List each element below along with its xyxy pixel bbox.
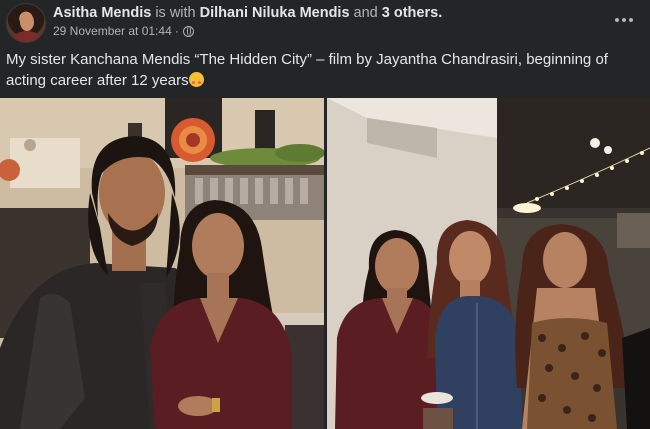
caption-text: My sister Kanchana Mendis “The Hidden Ci… (6, 51, 608, 89)
author-name-link[interactable]: Asitha Mendis (53, 5, 151, 21)
others-link[interactable]: 3 others. (382, 5, 442, 21)
photo-2[interactable] (327, 98, 650, 429)
post-meta: 29 November at 01:44 · (53, 24, 194, 38)
and-text: and (353, 5, 378, 21)
facebook-post: Asitha Mendis is with Dilhani Niluka Men… (0, 0, 650, 429)
photo-1[interactable] (0, 98, 324, 429)
smiling-face-with-hearts-icon (188, 72, 204, 87)
post-timestamp-link[interactable]: 29 November at 01:44 (53, 24, 172, 38)
with-text: is with (155, 5, 196, 21)
more-horizontal-icon-dot-3 (629, 18, 633, 22)
more-horizontal-icon-dot-2 (622, 18, 626, 22)
photo-grid (0, 98, 650, 429)
post-caption: My sister Kanchana Mendis “The Hidden Ci… (6, 49, 636, 91)
more-horizontal-icon-dot-1 (615, 18, 619, 22)
post-options-button[interactable] (612, 12, 636, 28)
avatar-body-shape (13, 31, 41, 42)
globe-icon[interactable] (182, 25, 194, 37)
meta-separator: · (174, 24, 179, 38)
tagged-person-link[interactable]: Dilhani Niluka Mendis (200, 5, 350, 21)
post-title-line: Asitha Mendis is with Dilhani Niluka Men… (53, 5, 442, 21)
avatar-face-shape (20, 13, 34, 31)
photo-1-image (0, 98, 324, 429)
post-header: Asitha Mendis is with Dilhani Niluka Men… (0, 0, 650, 44)
photo-2-image (327, 98, 650, 429)
author-avatar[interactable] (6, 3, 46, 43)
